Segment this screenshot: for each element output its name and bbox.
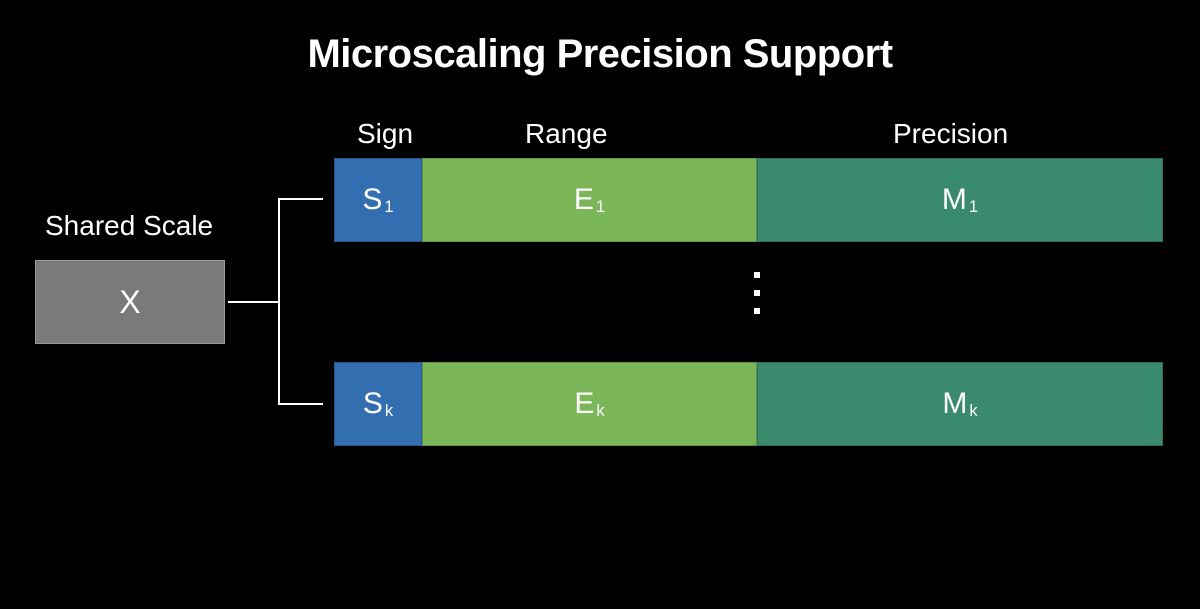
shared-scale-box: X	[35, 260, 225, 344]
range-subscript: 1	[596, 198, 605, 217]
precision-base: M	[942, 183, 967, 217]
ellipsis-icon	[754, 272, 760, 314]
sign-base: S	[362, 183, 382, 217]
range-base: E	[574, 183, 594, 217]
range-segment: E1	[422, 158, 757, 242]
precision-subscript: 1	[969, 198, 978, 217]
range-base: E	[574, 387, 594, 421]
precision-subscript: k	[969, 402, 977, 421]
row-last: Sk Ek Mk	[334, 362, 1163, 446]
precision-segment: Mk	[757, 362, 1163, 446]
bracket-connector	[228, 198, 323, 405]
sign-segment: Sk	[334, 362, 422, 446]
column-header-range: Range	[525, 118, 608, 150]
range-segment: Ek	[422, 362, 757, 446]
diagram-title: Microscaling Precision Support	[0, 0, 1200, 77]
row-first: S1 E1 M1	[334, 158, 1163, 242]
sign-subscript: k	[385, 402, 393, 421]
sign-segment: S1	[334, 158, 422, 242]
range-subscript: k	[596, 402, 604, 421]
precision-base: M	[942, 387, 967, 421]
column-header-precision: Precision	[893, 118, 1008, 150]
sign-base: S	[363, 387, 383, 421]
column-header-sign: Sign	[357, 118, 413, 150]
shared-scale-label: Shared Scale	[45, 210, 213, 242]
sign-subscript: 1	[384, 198, 393, 217]
precision-segment: M1	[757, 158, 1163, 242]
